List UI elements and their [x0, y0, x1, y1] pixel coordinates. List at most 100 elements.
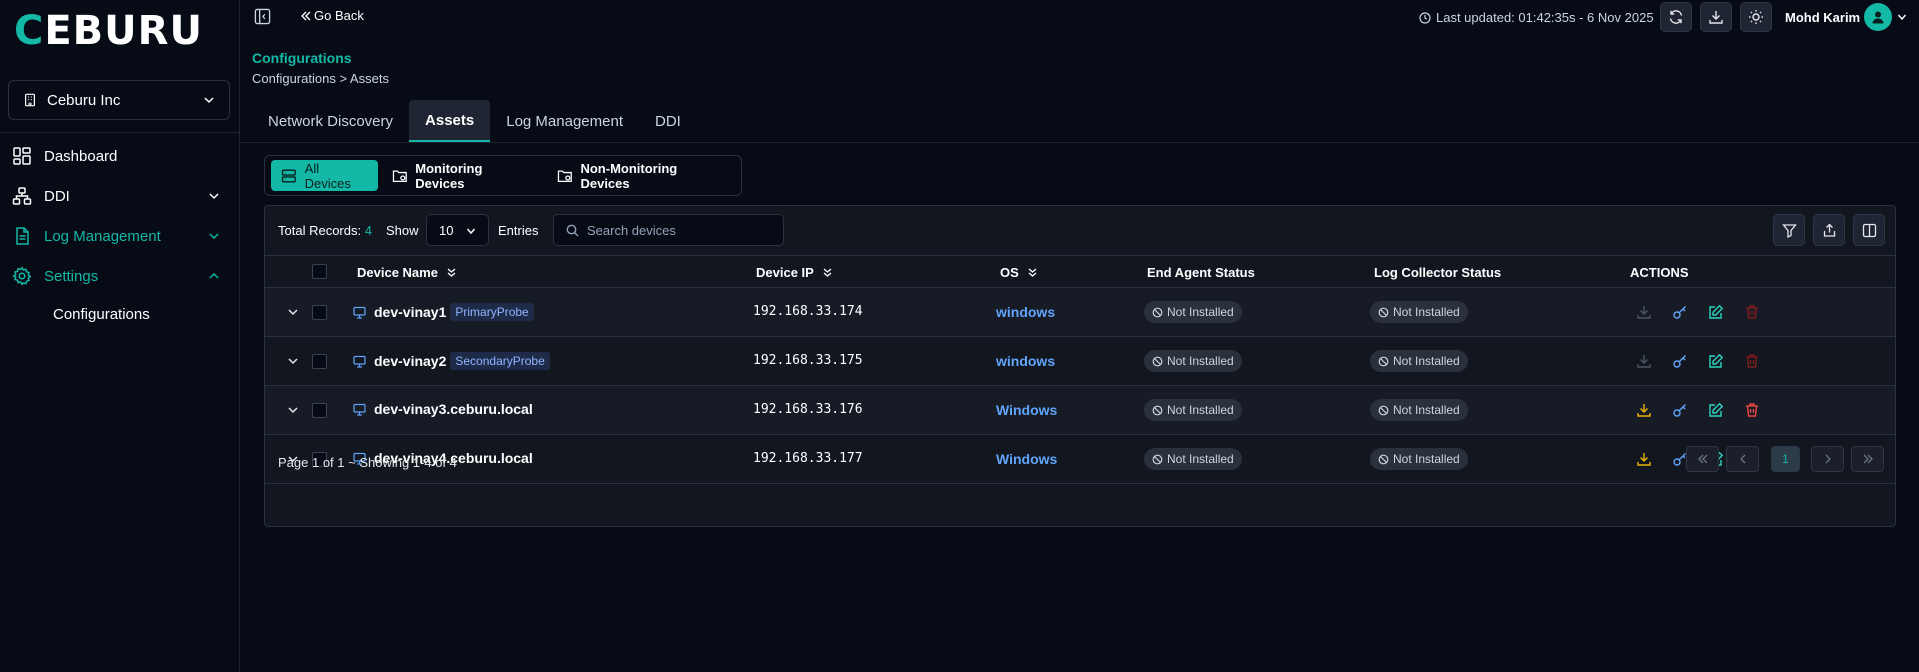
chevron-down-icon [204, 97, 214, 104]
tab-ddi[interactable]: DDI [639, 100, 697, 142]
refresh-button[interactable] [1660, 2, 1692, 32]
sidebar-toggle-icon[interactable] [254, 8, 271, 25]
first-page-button[interactable] [1686, 446, 1719, 472]
gear-icon [12, 266, 32, 286]
column-label: Device IP [756, 265, 814, 280]
sidebar-item-settings[interactable]: Settings [12, 262, 228, 290]
table-toolbar: Total Records: 4 Show 10 Entries [265, 206, 1895, 255]
clock-icon [1419, 11, 1431, 24]
probe-badge: SecondaryProbe [450, 352, 550, 370]
page-title: Configurations [252, 50, 352, 66]
dashboard-icon [13, 147, 31, 165]
edit-icon[interactable] [1708, 402, 1724, 418]
user-name[interactable]: Mohd Karim [1785, 10, 1860, 25]
sort-icon [823, 268, 832, 277]
segment-label: Non-Monitoring Devices [580, 160, 678, 191]
org-selector[interactable]: Ceburu Inc [8, 80, 230, 120]
row-checkbox[interactable] [312, 403, 327, 418]
status-text: Not Installed [1167, 452, 1234, 466]
org-selector-value: Ceburu Inc [47, 91, 121, 109]
sidebar-subitem-configurations[interactable]: Configurations [53, 306, 150, 323]
download-agent-icon[interactable] [1636, 304, 1652, 320]
columns-icon [1862, 223, 1876, 237]
sidebar-item-ddi[interactable]: DDI [12, 182, 228, 210]
building-icon [25, 93, 35, 107]
log-collector-status-badge: Not Installed [1370, 399, 1468, 421]
download-agent-icon[interactable] [1636, 353, 1652, 369]
sidebar: CEBURU Ceburu Inc Dashboard DDI Log Mana… [0, 0, 240, 672]
last-updated-text: Last updated: 01:42:35s - 6 Nov 2025 [1436, 10, 1654, 25]
chevron-down-icon[interactable] [1897, 12, 1907, 22]
page-size-select[interactable]: 10 [426, 214, 489, 246]
filter-button[interactable] [1773, 214, 1805, 246]
export-button[interactable] [1813, 214, 1845, 246]
trash-icon[interactable] [1744, 353, 1760, 369]
row-checkbox[interactable] [312, 305, 327, 320]
column-device-ip[interactable]: Device IP [756, 265, 833, 280]
go-back-button[interactable]: Go Back [301, 8, 364, 23]
segment-non-monitoring-devices[interactable]: Non-Monitoring Devices [547, 160, 737, 191]
status-text: Not Installed [1167, 354, 1234, 368]
sidebar-item-dashboard[interactable]: Dashboard [12, 142, 228, 170]
segment-all-devices[interactable]: All Devices [271, 160, 378, 191]
device-ip: 192.168.33.175 [753, 353, 863, 368]
sidebar-divider [0, 132, 240, 133]
next-page-button[interactable] [1811, 446, 1844, 472]
select-all-checkbox[interactable] [312, 264, 327, 279]
sidebar-item-label: Settings [44, 267, 99, 285]
column-label: OS [1000, 265, 1019, 280]
column-device-name[interactable]: Device Name [357, 265, 457, 280]
columns-button[interactable] [1853, 214, 1885, 246]
key-icon[interactable] [1672, 402, 1688, 418]
sidebar-item-log-management[interactable]: Log Management [12, 222, 228, 250]
chevron-down-icon[interactable] [287, 355, 299, 367]
ban-icon [1378, 405, 1389, 415]
row-checkbox[interactable] [312, 354, 327, 369]
tab-log-management[interactable]: Log Management [490, 100, 639, 142]
segment-monitoring-devices[interactable]: Monitoring Devices [382, 160, 543, 191]
tab-network-discovery[interactable]: Network Discovery [252, 100, 409, 142]
prev-page-button[interactable] [1726, 446, 1759, 472]
end-agent-status-badge: Not Installed [1144, 350, 1242, 372]
chevron-down-icon [209, 193, 219, 200]
edit-icon[interactable] [1708, 304, 1724, 320]
download-agent-icon[interactable] [1636, 402, 1652, 418]
tab-assets[interactable]: Assets [409, 100, 491, 142]
status-text: Not Installed [1167, 403, 1234, 417]
download-agent-icon[interactable] [1636, 451, 1652, 467]
page-number-button[interactable]: 1 [1771, 446, 1800, 472]
ban-icon [1152, 454, 1163, 464]
device-ip: 192.168.33.176 [753, 402, 863, 417]
sidebar-item-label: Dashboard [44, 147, 118, 165]
search-input[interactable] [587, 222, 767, 238]
chevron-down-icon[interactable] [287, 404, 299, 416]
trash-icon[interactable] [1744, 402, 1760, 418]
device-name-cell[interactable]: dev-vinay1 PrimaryProbe [353, 303, 534, 321]
chevron-down-icon[interactable] [287, 306, 299, 318]
tabs-divider [240, 142, 1919, 143]
ban-icon [1378, 356, 1389, 366]
column-os[interactable]: OS [1000, 265, 1038, 280]
ban-icon [1152, 307, 1163, 317]
folder-monitor-off-icon [557, 169, 572, 182]
download-button[interactable] [1700, 2, 1732, 32]
device-ip: 192.168.33.177 [753, 451, 863, 466]
sort-icon [1028, 268, 1037, 277]
file-icon [16, 227, 29, 245]
edit-icon[interactable] [1708, 353, 1724, 369]
show-label: Show [386, 223, 419, 238]
key-icon[interactable] [1672, 353, 1688, 369]
device-name-cell[interactable]: dev-vinay3.ceburu.local [353, 401, 533, 417]
trash-icon[interactable] [1744, 304, 1760, 320]
logo-accent-letter: C [14, 8, 45, 54]
logo: CEBURU [14, 10, 203, 52]
breadcrumb[interactable]: Configurations > Assets [252, 71, 389, 86]
table-row: dev-vinay1 PrimaryProbe 192.168.33.174 wind… [265, 288, 1895, 337]
device-name-cell[interactable]: dev-vinay2 SecondaryProbe [353, 352, 550, 370]
avatar[interactable] [1864, 3, 1892, 31]
go-back-label: Go Back [314, 8, 364, 23]
key-icon[interactable] [1672, 304, 1688, 320]
last-page-button[interactable] [1851, 446, 1884, 472]
probe-badge: PrimaryProbe [450, 303, 534, 321]
theme-toggle-button[interactable] [1740, 2, 1772, 32]
